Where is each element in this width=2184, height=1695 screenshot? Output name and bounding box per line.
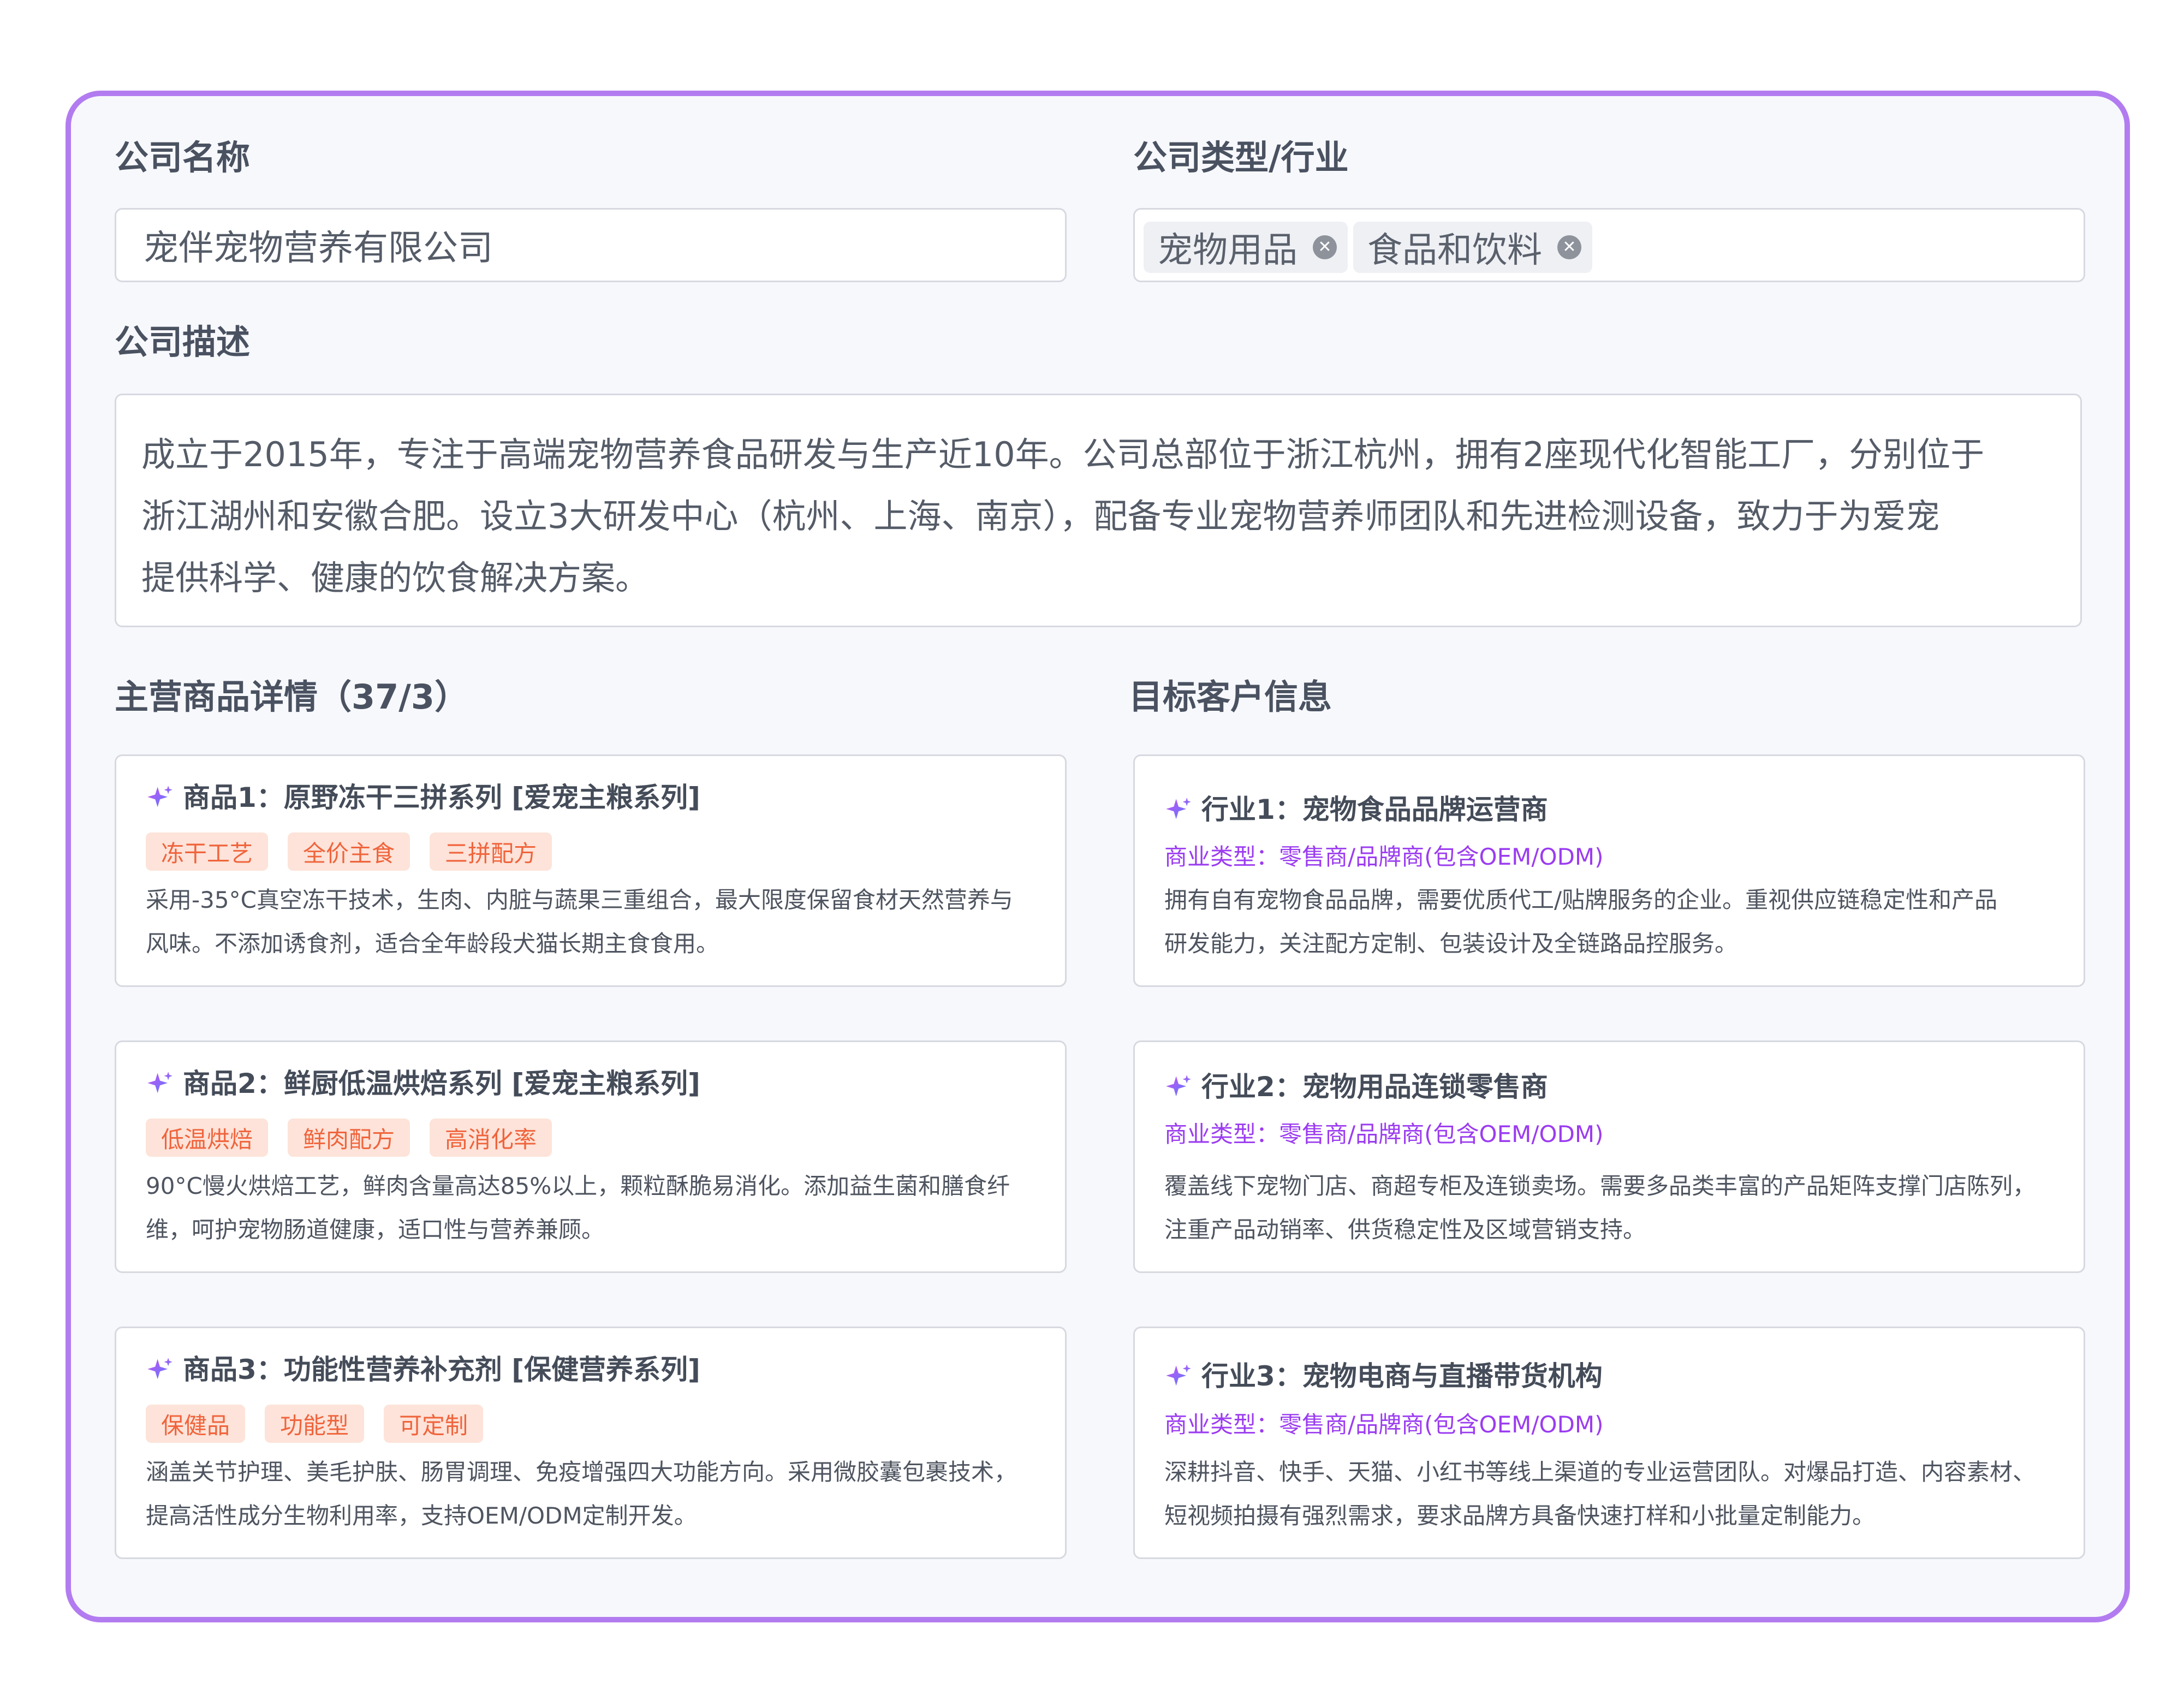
customer-title: 行业2：宠物用品连锁零售商 <box>1164 1073 1548 1101</box>
industry-chip: 宠物用品 ✕ <box>1144 222 1348 273</box>
company-type-select[interactable]: 宠物用品 ✕ 食品和饮料 ✕ <box>1133 208 2085 282</box>
product-description: 涵盖关节护理、美毛护肤、肠胃调理、免疫增强四大功能方向。采用微胶囊包裹技术， 提… <box>146 1450 1043 1538</box>
customer-description-line: 深耕抖音、快手、天猫、小红书等线上渠道的专业运营团队。对爆品打造、内容素材、 <box>1164 1459 2036 1485</box>
product-title: 商品3：功能性营养补充剂 [保健营养系列] <box>146 1355 700 1384</box>
company-description-textarea[interactable]: 成立于2015年，专注于高端宠物营养食品研发与生产近10年。公司总部位于浙江杭州… <box>115 394 2082 627</box>
product-tag: 高消化率 <box>430 1119 552 1157</box>
product-description-line: 采用-35°C真空冻干技术，生肉、内脏与蔬果三重组合，最大限度保留食材天然营养与 <box>146 887 1013 913</box>
product-tag: 保健品 <box>146 1405 246 1443</box>
description-line: 浙江湖州和安徽合肥。设立3大研发中心（杭州、上海、南京），配备专业宠物营养师团队… <box>141 496 1940 536</box>
sparkle-icon <box>1166 1364 1191 1386</box>
industry-chip: 食品和饮料 ✕ <box>1353 222 1592 273</box>
product-title-text: 商品1：原野冻干三拼系列 [爱宠主粮系列] <box>183 782 700 813</box>
customer-description-line: 拥有自有宠物食品品牌，需要优质代工/贴牌服务的企业。重视供应链稳定性和产品 <box>1164 887 1998 913</box>
business-type: 商业类型：零售商/品牌商(包含OEM/ODM) <box>1164 1411 1604 1438</box>
product-title-text: 商品3：功能性营养补充剂 [保健营养系列] <box>183 1354 700 1385</box>
company-name-value: 宠伴宠物营养有限公司 <box>144 228 493 269</box>
product-tag: 低温烘焙 <box>146 1119 269 1157</box>
product-tag: 功能型 <box>265 1405 365 1443</box>
customer-card-3[interactable]: 行业3：宠物电商与直播带货机构 商业类型：零售商/品牌商(包含OEM/ODM) … <box>1133 1327 2085 1559</box>
company-name-input[interactable]: 宠伴宠物营养有限公司 <box>115 208 1067 282</box>
company-name-label: 公司名称 <box>115 138 251 177</box>
product-card-2[interactable]: 商品2：鲜厨低温烘焙系列 [爱宠主粮系列] 低温烘焙 鲜肉配方 高消化率 90°… <box>115 1040 1067 1273</box>
customer-description-line: 覆盖线下宠物门店、商超专柜及连锁卖场。需要多品类丰富的产品矩阵支撑门店陈列， <box>1164 1173 2036 1199</box>
company-description-label: 公司描述 <box>115 322 251 362</box>
description-line: 提供科学、健康的饮食解决方案。 <box>141 558 650 598</box>
business-type: 商业类型：零售商/品牌商(包含OEM/ODM) <box>1164 1121 1604 1147</box>
customer-title: 行业1：宠物食品品牌运营商 <box>1164 795 1548 824</box>
sparkle-icon <box>1166 798 1191 819</box>
product-description-line: 提高活性成分生物利用率，支持OEM/ODM定制开发。 <box>146 1502 697 1529</box>
company-info-panel: 公司名称 宠伴宠物营养有限公司 公司类型/行业 宠物用品 ✕ 食品和饮料 ✕ 公… <box>66 91 2130 1622</box>
product-card-1[interactable]: 商品1：原野冻干三拼系列 [爱宠主粮系列] 冻干工艺 全价主食 三拼配方 采用-… <box>115 754 1067 987</box>
industry-chip-label: 食品和饮料 <box>1367 230 1542 271</box>
product-tag: 三拼配方 <box>430 832 552 871</box>
product-tag: 鲜肉配方 <box>288 1119 410 1157</box>
customer-description-line: 短视频拍摄有强烈需求，要求品牌方具备快速打样和小批量定制能力。 <box>1164 1502 1876 1529</box>
product-description-line: 维，呵护宠物肠道健康，适口性与营养兼顾。 <box>146 1216 605 1243</box>
product-card-3[interactable]: 商品3：功能性营养补充剂 [保健营养系列] 保健品 功能型 可定制 涵盖关节护理… <box>115 1327 1067 1559</box>
customer-card-1[interactable]: 行业1：宠物食品品牌运营商 商业类型：零售商/品牌商(包含OEM/ODM) 拥有… <box>1133 754 2085 987</box>
product-tag: 全价主食 <box>288 832 410 871</box>
company-type-label: 公司类型/行业 <box>1133 138 1349 177</box>
products-label: 主营商品详情（37/3） <box>115 677 469 717</box>
product-description: 90°C慢火烘焙工艺，鲜肉含量高达85%以上，颗粒酥脆易消化。添加益生菌和膳食纤… <box>146 1164 1043 1252</box>
customer-card-2[interactable]: 行业2：宠物用品连锁零售商 商业类型：零售商/品牌商(包含OEM/ODM) 覆盖… <box>1133 1040 2085 1273</box>
product-description-line: 涵盖关节护理、美毛护肤、肠胃调理、免疫增强四大功能方向。采用微胶囊包裹技术， <box>146 1459 1017 1485</box>
product-tags: 保健品 功能型 可定制 <box>146 1405 503 1443</box>
customer-title-text: 行业2：宠物用品连锁零售商 <box>1201 1071 1548 1103</box>
business-type: 商业类型：零售商/品牌商(包含OEM/ODM) <box>1164 843 1604 870</box>
customer-title-text: 行业3：宠物电商与直播带货机构 <box>1201 1360 1603 1392</box>
product-title: 商品2：鲜厨低温烘焙系列 [爱宠主粮系列] <box>146 1069 700 1098</box>
close-circle-icon[interactable]: ✕ <box>1313 235 1337 259</box>
customer-description: 深耕抖音、快手、天猫、小红书等线上渠道的专业运营团队。对爆品打造、内容素材、 短… <box>1164 1450 2062 1538</box>
product-tags: 冻干工艺 全价主食 三拼配方 <box>146 832 572 871</box>
product-description-line: 风味。不添加诱食剂，适合全年龄段犬猫长期主食食用。 <box>146 930 719 957</box>
product-title: 商品1：原野冻干三拼系列 [爱宠主粮系列] <box>146 783 700 812</box>
sparkle-icon <box>147 786 172 807</box>
customer-description-line: 注重产品动销率、供货稳定性及区域营销支持。 <box>1164 1216 1646 1243</box>
customer-title: 行业3：宠物电商与直播带货机构 <box>1164 1362 1603 1390</box>
customer-description-line: 研发能力，关注配方定制、包装设计及全链路品控服务。 <box>1164 930 1738 957</box>
product-title-text: 商品2：鲜厨低温烘焙系列 [爱宠主粮系列] <box>183 1068 700 1099</box>
product-tags: 低温烘焙 鲜肉配方 高消化率 <box>146 1119 572 1157</box>
sparkle-icon <box>147 1072 172 1093</box>
close-circle-icon[interactable]: ✕ <box>1557 235 1581 259</box>
product-tag: 可定制 <box>384 1405 484 1443</box>
product-description: 采用-35°C真空冻干技术，生肉、内脏与蔬果三重组合，最大限度保留食材天然营养与… <box>146 878 1043 966</box>
customer-description: 拥有自有宠物食品品牌，需要优质代工/贴牌服务的企业。重视供应链稳定性和产品 研发… <box>1164 878 2062 966</box>
customer-description: 覆盖线下宠物门店、商超专柜及连锁卖场。需要多品类丰富的产品矩阵支撑门店陈列， 注… <box>1164 1164 2062 1252</box>
customer-title-text: 行业1：宠物食品品牌运营商 <box>1201 794 1548 825</box>
description-line: 成立于2015年，专注于高端宠物营养食品研发与生产近10年。公司总部位于浙江杭州… <box>141 435 1985 474</box>
sparkle-icon <box>1166 1075 1191 1097</box>
industry-chip-label: 宠物用品 <box>1158 230 1298 271</box>
product-description-line: 90°C慢火烘焙工艺，鲜肉含量高达85%以上，颗粒酥脆易消化。添加益生菌和膳食纤 <box>146 1173 1010 1199</box>
sparkle-icon <box>147 1358 172 1379</box>
product-tag: 冻干工艺 <box>146 832 269 871</box>
customers-label: 目标客户信息 <box>1129 677 1332 717</box>
